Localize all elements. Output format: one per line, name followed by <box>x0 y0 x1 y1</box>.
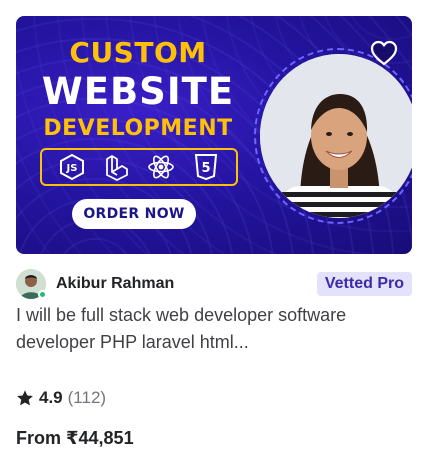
svg-text:5: 5 <box>201 161 210 176</box>
seller-photo <box>260 54 412 218</box>
svg-text:JS: JS <box>66 163 78 174</box>
gig-card[interactable]: CUSTOM WEBSITE DEVELOPMENT JS 5 ORDER NO… <box>16 16 412 448</box>
react-icon <box>147 153 175 181</box>
favorite-button[interactable] <box>368 38 400 70</box>
rating-count: (112) <box>67 388 107 407</box>
online-status-indicator <box>38 290 47 299</box>
gig-title-link[interactable]: I will be full stack web developer softw… <box>16 302 412 356</box>
gig-thumbnail[interactable]: CUSTOM WEBSITE DEVELOPMENT JS 5 ORDER NO… <box>16 16 412 254</box>
price: From ₹44,851 <box>16 428 134 448</box>
order-now-button[interactable]: ORDER NOW <box>72 199 196 229</box>
vetted-pro-badge: Vetted Pro <box>316 272 412 296</box>
html5-icon: 5 <box>192 153 220 181</box>
heart-icon <box>370 40 398 69</box>
thumbnail-headline-website: WEBSITE <box>41 70 235 113</box>
seller-row: Akibur Rahman Vetted Pro <box>16 268 412 300</box>
laravel-icon <box>103 153 131 181</box>
js-icon: JS <box>58 153 86 181</box>
rating-value: 4.9 <box>39 388 63 407</box>
seller-name[interactable]: Akibur Rahman <box>56 275 174 293</box>
tech-stack-icons: JS 5 <box>40 148 238 186</box>
star-icon <box>16 389 34 407</box>
thumbnail-headline-development: DEVELOPMENT <box>43 116 233 141</box>
rating: 4.9 (112) <box>16 388 106 408</box>
thumbnail-headline-custom: CUSTOM <box>69 36 207 69</box>
